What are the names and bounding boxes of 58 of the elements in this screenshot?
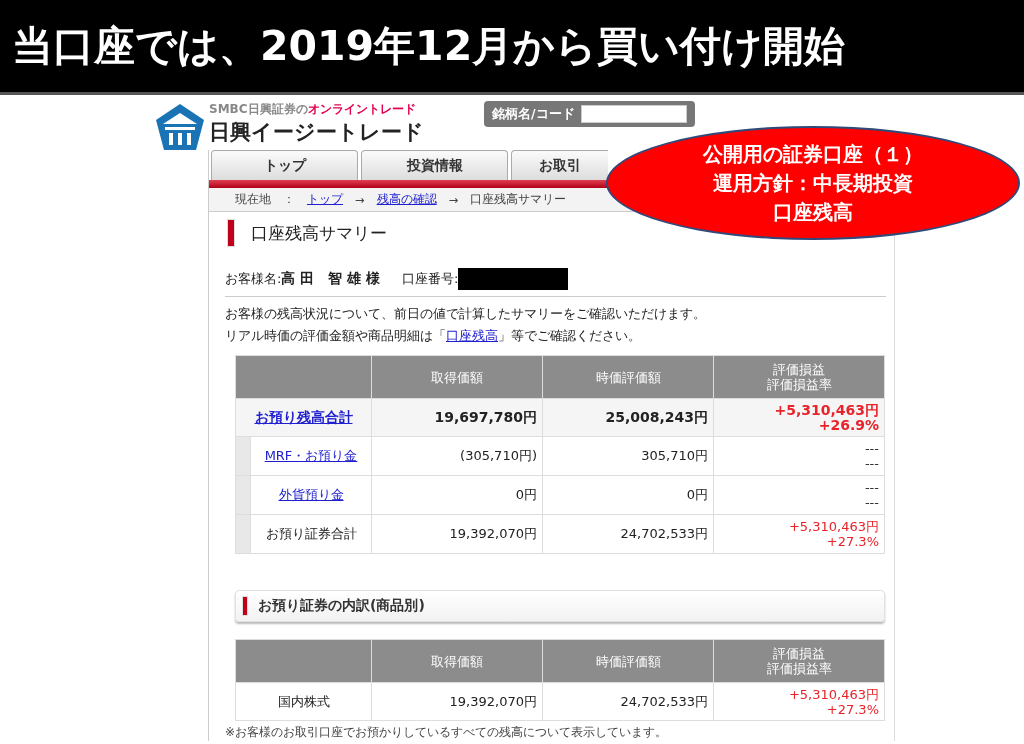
table-cell: 24,702,533円 [620,693,708,709]
account-balance-link[interactable]: 口座残高 [446,328,498,343]
brand-name: 日興イージートレード [209,119,424,146]
table-cell: (305,710円) [460,448,537,463]
table-cell: 305,710円 [641,448,708,463]
gain-amount: +5,310,463円 [787,519,879,534]
intro-text: お客様の残高状況について、前日の値で計算したサマリーをご確認いただけます。 [225,305,707,323]
page-title: 口座残高サマリー [251,221,387,245]
breadcrumb-separator: ： [283,192,295,207]
table-cell: 19,392,070円 [449,693,537,709]
nav-tab[interactable]: 投資情報 [361,150,508,180]
breadcrumb-link[interactable]: 残高の確認 [376,192,437,207]
column-header: 評価損益 評価損益率 [766,646,832,676]
breadcrumb-arrow: → [355,192,365,207]
callout-text: 公開用の証券口座（１） [703,140,923,168]
slide-title: 当口座では、2019年12月から買い付け開始 [12,20,846,72]
customer-name: 高 田 智 雄 様 [281,270,380,288]
column-header: 評価損益 評価損益率 [766,362,832,392]
row-label: 国内株式 [277,693,330,709]
breadcrumb-current: 口座残高サマリー [470,192,567,207]
callout-text: 運用方針：中長期投資 [713,169,913,197]
column-header: 時価評価額 [595,653,661,669]
table-cell: 25,008,243円 [605,408,708,425]
intro-text: リアル時価の評価金額や商品明細は「口座残高」等でご確認ください。 [225,327,642,345]
gain-rate: --- [863,495,879,510]
table-cell: 0円 [686,487,708,502]
table-cell: 19,392,070円 [449,526,537,541]
gain-rate: --- [863,456,879,471]
gain-rate: +27.3% [825,534,879,549]
breadcrumb-label: 現在地 [235,192,271,207]
breadcrumb-link[interactable]: トップ [307,192,343,207]
row-label: お預り証券合計 [265,526,357,541]
logo-icon [155,103,205,151]
table-cell: 19,697,780円 [434,408,537,425]
table-cell: 24,702,533円 [620,526,708,541]
gain-amount: +5,310,463円 [773,402,879,418]
nav-tab[interactable]: お取引 [511,150,608,180]
footnote: ※お客様のお取引口座でお預かりしているすべての残高について表示しています。 [225,724,669,741]
title-marker-icon [227,219,235,247]
callout-text: 口座残高 [773,198,853,226]
gain-amount: --- [863,480,879,495]
column-header: 取得価額 [431,653,483,669]
table-cell: 0円 [515,487,537,502]
gain-amount: +5,310,463円 [787,686,879,702]
gain-rate: +26.9% [818,417,879,433]
customer-name-label: お客様名: [225,270,282,288]
search-label: 銘柄名/コード [492,105,575,123]
account-number-label: 口座番号: [402,270,459,288]
gain-amount: --- [863,441,879,456]
brand-tagline: SMBC日興証券のオンライントレード [209,101,417,118]
section-title: お預り証券の内訳(商品別) [258,597,425,615]
column-header: 時価評価額 [595,369,661,385]
column-header: 取得価額 [431,369,483,385]
breadcrumb-arrow: → [448,192,459,207]
section-marker-icon [242,596,248,616]
nav-tab[interactable]: トップ [211,150,358,180]
gain-rate: +27.3% [825,701,879,717]
search-field[interactable] [580,105,687,123]
